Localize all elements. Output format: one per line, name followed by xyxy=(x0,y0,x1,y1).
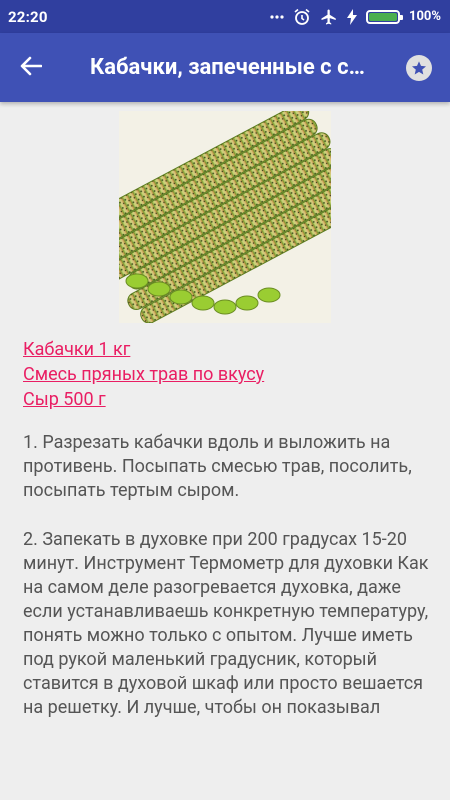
recipe-photo xyxy=(119,111,331,323)
alarm-icon xyxy=(293,8,311,26)
favorite-button[interactable] xyxy=(388,33,450,102)
charging-icon xyxy=(347,8,357,25)
battery-percent: 100% xyxy=(409,9,441,24)
recipe-step: 2. Запекать в духовке при 200 градусах 1… xyxy=(23,529,429,718)
ingredient-link[interactable]: Сыр 500 г xyxy=(23,387,433,412)
ingredient-link[interactable]: Кабачки 1 кг xyxy=(23,337,433,362)
app-bar: Кабачки, запеченные с сыром xyxy=(0,33,450,102)
airplane-icon xyxy=(320,8,338,26)
ingredients-list: Кабачки 1 кг Смесь пряных трав по вкусу … xyxy=(23,337,433,412)
status-bar: 22:20 100% xyxy=(0,0,450,33)
battery-icon xyxy=(366,9,403,24)
status-icons: 100% xyxy=(270,8,441,26)
page-title: Кабачки, запеченные с сыром xyxy=(90,55,388,80)
more-dots-icon xyxy=(270,14,284,19)
recipe-steps: 1. Разрезать кабачки вдоль и выложить на… xyxy=(23,431,433,745)
back-button[interactable] xyxy=(0,33,62,102)
zucchini-photo-icon xyxy=(119,111,331,323)
recipe-step: 1. Разрезать кабачки вдоль и выложить на… xyxy=(23,432,412,501)
arrow-back-icon xyxy=(20,56,43,80)
status-time: 22:20 xyxy=(8,7,48,26)
recipe-content: Кабачки 1 кг Смесь пряных трав по вкусу … xyxy=(0,102,450,800)
star-icon xyxy=(406,54,432,81)
ingredient-link[interactable]: Смесь пряных трав по вкусу xyxy=(23,362,433,387)
